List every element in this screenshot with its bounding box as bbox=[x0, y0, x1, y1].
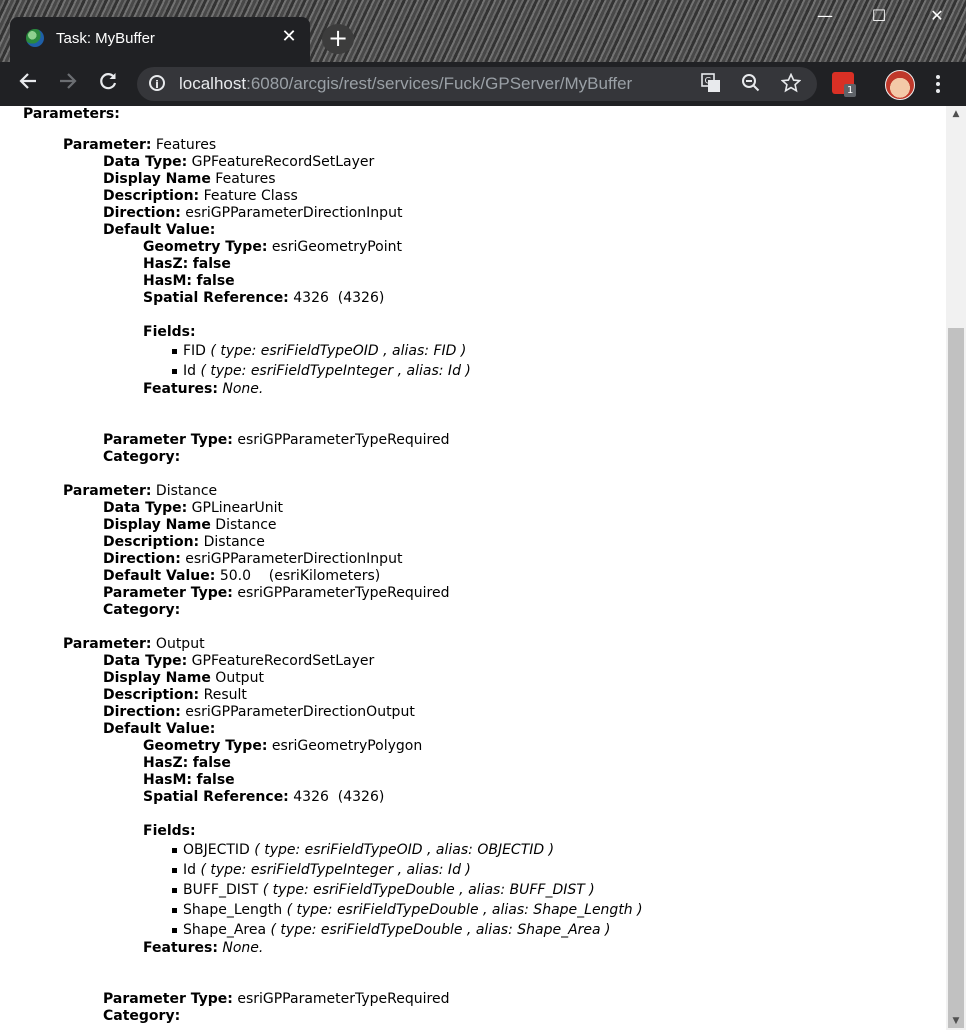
new-tab-button[interactable]: + bbox=[322, 24, 354, 54]
parameter-type: Parameter Type: esriGPParameterTypeRequi… bbox=[103, 585, 450, 601]
url-host: localhost bbox=[179, 74, 247, 93]
extension-icon[interactable]: 1 bbox=[832, 72, 857, 97]
list-item: Shape_Length ( type: esriFieldTypeDouble… bbox=[172, 902, 643, 918]
back-arrow-icon[interactable] bbox=[14, 70, 42, 98]
direction: Direction: esriGPParameterDirectionInput bbox=[103, 551, 403, 567]
parameter-block-distance: Parameter: Distance Data Type: GPLinearU… bbox=[23, 483, 643, 619]
direction: Direction: esriGPParameterDirectionInput bbox=[103, 205, 403, 221]
geometry-type: Geometry Type: esriGeometryPolygon bbox=[143, 738, 423, 754]
parameter-block-features: Parameter: Features Data Type: GPFeature… bbox=[23, 137, 643, 466]
list-item: FID ( type: esriFieldTypeOID , alias: FI… bbox=[172, 341, 643, 361]
parameter-type: Parameter Type: esriGPParameterTypeRequi… bbox=[103, 991, 450, 1007]
browser-tab-active[interactable]: Task: MyBuffer ✕ bbox=[10, 17, 310, 62]
spatial-reference: Spatial Reference: 4326 (4326) bbox=[143, 789, 385, 805]
forward-arrow-icon[interactable] bbox=[54, 70, 82, 98]
scrollbar-thumb[interactable] bbox=[948, 328, 964, 1028]
page-viewport: Parameters: Parameter: Features Data Typ… bbox=[0, 106, 946, 1030]
more-menu-icon[interactable] bbox=[930, 70, 946, 98]
extension-badge: 1 bbox=[844, 84, 857, 97]
scroll-down-arrow-icon[interactable]: ▼ bbox=[946, 1013, 966, 1030]
list-item: Shape_Area ( type: esriFieldTypeDouble ,… bbox=[172, 920, 643, 940]
translate-icon[interactable]: G bbox=[700, 73, 722, 95]
url-text[interactable]: localhost:6080/arcgis/rest/services/Fuck… bbox=[179, 74, 632, 94]
direction: Direction: esriGPParameterDirectionOutpu… bbox=[103, 704, 415, 720]
category: Category: bbox=[103, 602, 181, 618]
description: Description: Result bbox=[103, 687, 247, 703]
list-item: Id ( type: esriFieldTypeInteger , alias:… bbox=[172, 361, 643, 381]
spatial-reference: Spatial Reference: 4326 (4326) bbox=[143, 290, 385, 306]
address-bar[interactable]: i localhost:6080/arcgis/rest/services/Fu… bbox=[137, 67, 817, 101]
fields-list: FID ( type: esriFieldTypeOID , alias: FI… bbox=[23, 341, 643, 381]
profile-avatar[interactable] bbox=[885, 70, 915, 100]
window-close-button[interactable]: ✕ bbox=[922, 6, 952, 25]
data-type: Data Type: GPFeatureRecordSetLayer bbox=[103, 154, 375, 170]
page-content: Parameters: Parameter: Features Data Typ… bbox=[23, 106, 643, 1025]
parameter-block-output: Parameter: Output Data Type: GPFeatureRe… bbox=[23, 636, 643, 1025]
category: Category: bbox=[103, 1008, 181, 1024]
parameter-name: Parameter: Distance bbox=[63, 483, 218, 499]
scroll-up-arrow-icon[interactable]: ▲ bbox=[946, 106, 966, 123]
hasm: HasM: false bbox=[143, 772, 235, 788]
hasm: HasM: false bbox=[143, 273, 235, 289]
default-value: Default Value: bbox=[103, 222, 216, 238]
site-info-icon[interactable]: i bbox=[149, 75, 165, 91]
category: Category: bbox=[103, 449, 181, 465]
hasz: HasZ: false bbox=[143, 755, 231, 771]
parameter-type: Parameter Type: esriGPParameterTypeRequi… bbox=[103, 432, 450, 448]
features-value: Features: None. bbox=[143, 940, 264, 956]
display-name: Display Name Distance bbox=[103, 517, 277, 533]
fields-label: Fields: bbox=[143, 324, 196, 340]
reload-icon[interactable] bbox=[94, 70, 122, 98]
list-item: BUFF_DIST ( type: esriFieldTypeDouble , … bbox=[172, 880, 643, 900]
list-item: Id ( type: esriFieldTypeInteger , alias:… bbox=[172, 860, 643, 880]
fields-label: Fields: bbox=[143, 823, 196, 839]
tab-title: Task: MyBuffer bbox=[56, 30, 155, 47]
vertical-scrollbar[interactable]: ▲ ▼ bbox=[946, 106, 966, 1030]
description: Description: Distance bbox=[103, 534, 265, 550]
display-name: Display Name Features bbox=[103, 171, 276, 187]
fields-list: OBJECTID ( type: esriFieldTypeOID , alia… bbox=[23, 840, 643, 940]
parameter-name: Parameter: Features bbox=[63, 137, 217, 153]
url-path: :6080/arcgis/rest/services/Fuck/GPServer… bbox=[246, 74, 633, 93]
minimize-button[interactable]: — bbox=[810, 6, 840, 25]
tab-close-icon[interactable]: ✕ bbox=[278, 26, 300, 48]
svg-text:G: G bbox=[705, 77, 712, 87]
browser-toolbar: i localhost:6080/arcgis/rest/services/Fu… bbox=[0, 62, 966, 106]
bookmark-star-icon[interactable] bbox=[780, 72, 802, 95]
maximize-button[interactable]: ☐ bbox=[864, 6, 894, 25]
data-type: Data Type: GPLinearUnit bbox=[103, 500, 283, 516]
data-type: Data Type: GPFeatureRecordSetLayer bbox=[103, 653, 375, 669]
list-item: OBJECTID ( type: esriFieldTypeOID , alia… bbox=[172, 840, 643, 860]
default-value: Default Value: 50.0 (esriKilometers) bbox=[103, 568, 381, 584]
hasz: HasZ: false bbox=[143, 256, 231, 272]
zoom-icon[interactable] bbox=[740, 73, 762, 95]
globe-favicon-icon bbox=[26, 29, 44, 47]
display-name: Display Name Output bbox=[103, 670, 264, 686]
features-value: Features: None. bbox=[143, 381, 264, 397]
default-value: Default Value: bbox=[103, 721, 216, 737]
geometry-type: Geometry Type: esriGeometryPoint bbox=[143, 239, 402, 255]
parameter-name: Parameter: Output bbox=[63, 636, 205, 652]
parameters-heading: Parameters: bbox=[23, 106, 120, 122]
description: Description: Feature Class bbox=[103, 188, 298, 204]
